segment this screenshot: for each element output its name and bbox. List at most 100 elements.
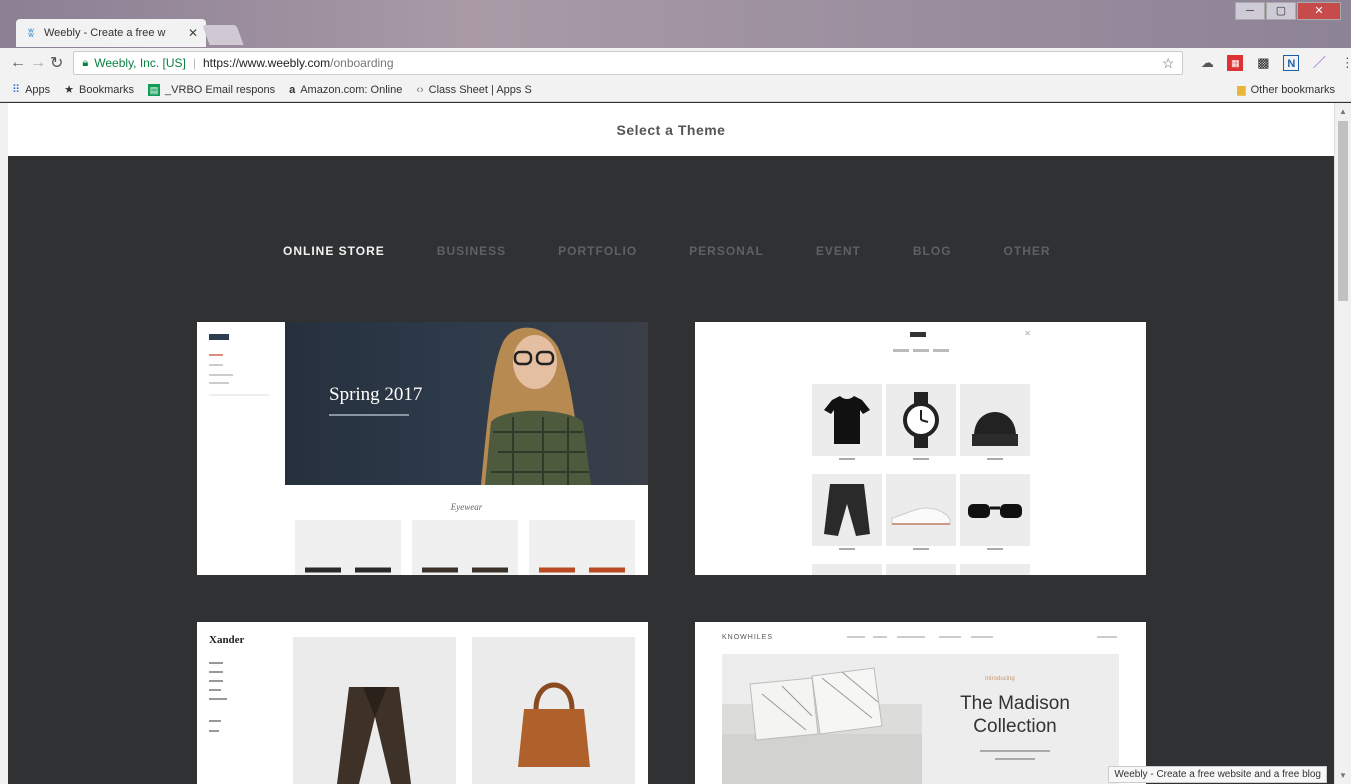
other-bookmarks[interactable]: ▆ Other bookmarks xyxy=(1237,83,1335,97)
theme-card-apparel-grid[interactable]: ✕ xyxy=(695,322,1146,575)
tab-online-store[interactable]: ONLINE STORE xyxy=(283,244,385,258)
scroll-down-icon[interactable]: ▼ xyxy=(1339,771,1347,780)
product-tile xyxy=(529,520,635,575)
glasses-image xyxy=(539,567,625,573)
browser-toolbar: ← → ↻ 🔒︎ Weebly, Inc. [US] | https://www… xyxy=(0,48,1351,78)
reload-icon[interactable]: ↻ xyxy=(50,53,63,73)
category-tabs: ONLINE STORE BUSINESS PORTFOLIO PERSONAL… xyxy=(283,244,1103,258)
nav-line xyxy=(897,636,925,638)
address-bar[interactable]: 🔒︎ Weebly, Inc. [US] | https://www.weebl… xyxy=(73,51,1184,75)
bookmark-label: _VRBO Email respons xyxy=(165,83,276,96)
bookmark-apps[interactable]: ⠿ Apps xyxy=(12,83,51,97)
status-bubble: Weebly - Create a free website and a fre… xyxy=(1108,766,1327,783)
hero-subtitle-line xyxy=(329,414,409,416)
nav-line xyxy=(873,636,887,638)
bookmark-class-sheet[interactable]: ‹› Class Sheet | Apps S xyxy=(416,84,531,96)
tab-title: Weebly - Create a free w xyxy=(44,27,166,39)
nav-line xyxy=(1097,636,1117,638)
product-label xyxy=(960,548,1030,552)
nav-line xyxy=(209,374,233,376)
close-icon: ✕ xyxy=(1024,329,1031,338)
hero-title: The Madison Collection xyxy=(960,693,1070,737)
back-arrow-icon[interactable]: ← xyxy=(10,54,26,72)
pen-extension-icon[interactable]: ／ xyxy=(1311,55,1327,71)
tab-business[interactable]: BUSINESS xyxy=(437,244,506,258)
tab-blog[interactable]: BLOG xyxy=(913,244,952,258)
bookmark-amazon[interactable]: a Amazon.com: Online xyxy=(289,84,402,96)
bookmark-label: Amazon.com: Online xyxy=(300,83,403,96)
folder-icon: ▆ xyxy=(1237,84,1246,96)
code-icon: ‹› xyxy=(416,83,424,96)
other-bookmarks-label: Other bookmarks xyxy=(1250,83,1335,96)
tab-other[interactable]: OTHER xyxy=(1004,244,1051,258)
tab-close-icon[interactable]: ✕ xyxy=(188,26,198,40)
product-tile xyxy=(812,384,882,456)
product-label xyxy=(886,548,956,552)
weebly-favicon-icon: ʬ xyxy=(28,26,34,40)
beanie-image xyxy=(972,412,1018,446)
nav-line xyxy=(209,382,229,384)
glasses-image xyxy=(305,567,391,573)
tab-personal[interactable]: PERSONAL xyxy=(689,244,764,258)
tshirt-image xyxy=(824,396,870,444)
extensions-area: ☁ ▦ ▩ N ／ ⋮ xyxy=(1199,55,1351,71)
chrome-menu-icon[interactable]: ⋮ xyxy=(1339,55,1351,71)
qr-extension-icon[interactable]: ▩ xyxy=(1255,55,1271,71)
model-photo xyxy=(481,327,591,485)
nav-line xyxy=(913,349,929,352)
product-label xyxy=(960,458,1030,462)
leather-jacket-image xyxy=(337,687,411,784)
scroll-up-icon[interactable]: ▲ xyxy=(1339,107,1347,116)
sheets-icon: ▤ xyxy=(148,83,161,96)
forward-arrow-icon[interactable]: → xyxy=(30,54,46,72)
theme-card-xander[interactable]: Xander xyxy=(197,622,648,784)
bookmark-bookmarks[interactable]: ★ Bookmarks xyxy=(64,83,134,97)
new-tab-button[interactable] xyxy=(202,25,244,45)
nav-line xyxy=(209,364,223,366)
product-tile xyxy=(960,474,1030,546)
bookmark-star-icon[interactable]: ☆ xyxy=(1162,55,1175,72)
scroll-thumb[interactable] xyxy=(1338,121,1348,301)
nav-line xyxy=(209,689,221,691)
theme-logo xyxy=(910,332,926,337)
theme-sidebar-preview xyxy=(197,322,285,575)
bookmark-vrbo[interactable]: ▤ _VRBO Email respons xyxy=(148,83,276,96)
page-left-edge xyxy=(0,103,8,784)
tab-event[interactable]: EVENT xyxy=(816,244,861,258)
theme-card-eyewear[interactable]: Spring 2017 Eyewear xyxy=(197,322,648,575)
url-base: https://www.weebly.com xyxy=(202,56,331,70)
product-tile xyxy=(960,564,1030,575)
nav-line xyxy=(209,394,269,396)
tab-portfolio[interactable]: PORTFOLIO xyxy=(558,244,637,258)
n-extension-icon[interactable]: N xyxy=(1283,55,1300,71)
minimize-button[interactable]: ─ xyxy=(1235,2,1265,20)
calendar-extension-icon[interactable]: ▦ xyxy=(1227,55,1244,71)
cloud-extension-icon[interactable]: ☁ xyxy=(1199,55,1215,71)
nav-line xyxy=(847,636,865,638)
maximize-button[interactable]: ▢ xyxy=(1266,2,1296,20)
product-label xyxy=(812,458,882,462)
product-label xyxy=(886,458,956,462)
theme-hero-preview: Spring 2017 xyxy=(285,322,648,485)
bookmarks-bar: ⠿ Apps ★ Bookmarks ▤ _VRBO Email respons… xyxy=(0,78,1351,102)
nav-line xyxy=(209,698,227,700)
product-tile xyxy=(960,384,1030,456)
nav-line xyxy=(209,662,223,664)
browser-title-bar: ʬ Weebly - Create a free w ✕ ─ ▢ ✕ xyxy=(0,0,1351,48)
apps-grid-icon: ⠿ xyxy=(12,84,21,96)
product-label xyxy=(812,548,882,552)
hero-subtitle-line xyxy=(995,758,1035,760)
sofa-image xyxy=(722,667,922,784)
sunglasses-image xyxy=(968,504,1022,518)
amazon-icon: a xyxy=(289,83,296,96)
theme-brand: Xander xyxy=(209,634,245,646)
address-separator: | xyxy=(192,56,196,70)
theme-card-madison[interactable]: KNOWHILES Introducing The Madison Collec… xyxy=(695,622,1146,784)
star-icon: ★ xyxy=(64,84,75,96)
bookmark-label: Apps xyxy=(25,83,51,96)
scrollbar[interactable]: ▲ ▼ xyxy=(1334,103,1351,784)
theme-brand: KNOWHILES xyxy=(722,634,774,641)
close-window-button[interactable]: ✕ xyxy=(1297,2,1341,20)
browser-tab[interactable]: ʬ Weebly - Create a free w ✕ xyxy=(16,19,206,47)
product-tile xyxy=(886,564,956,575)
